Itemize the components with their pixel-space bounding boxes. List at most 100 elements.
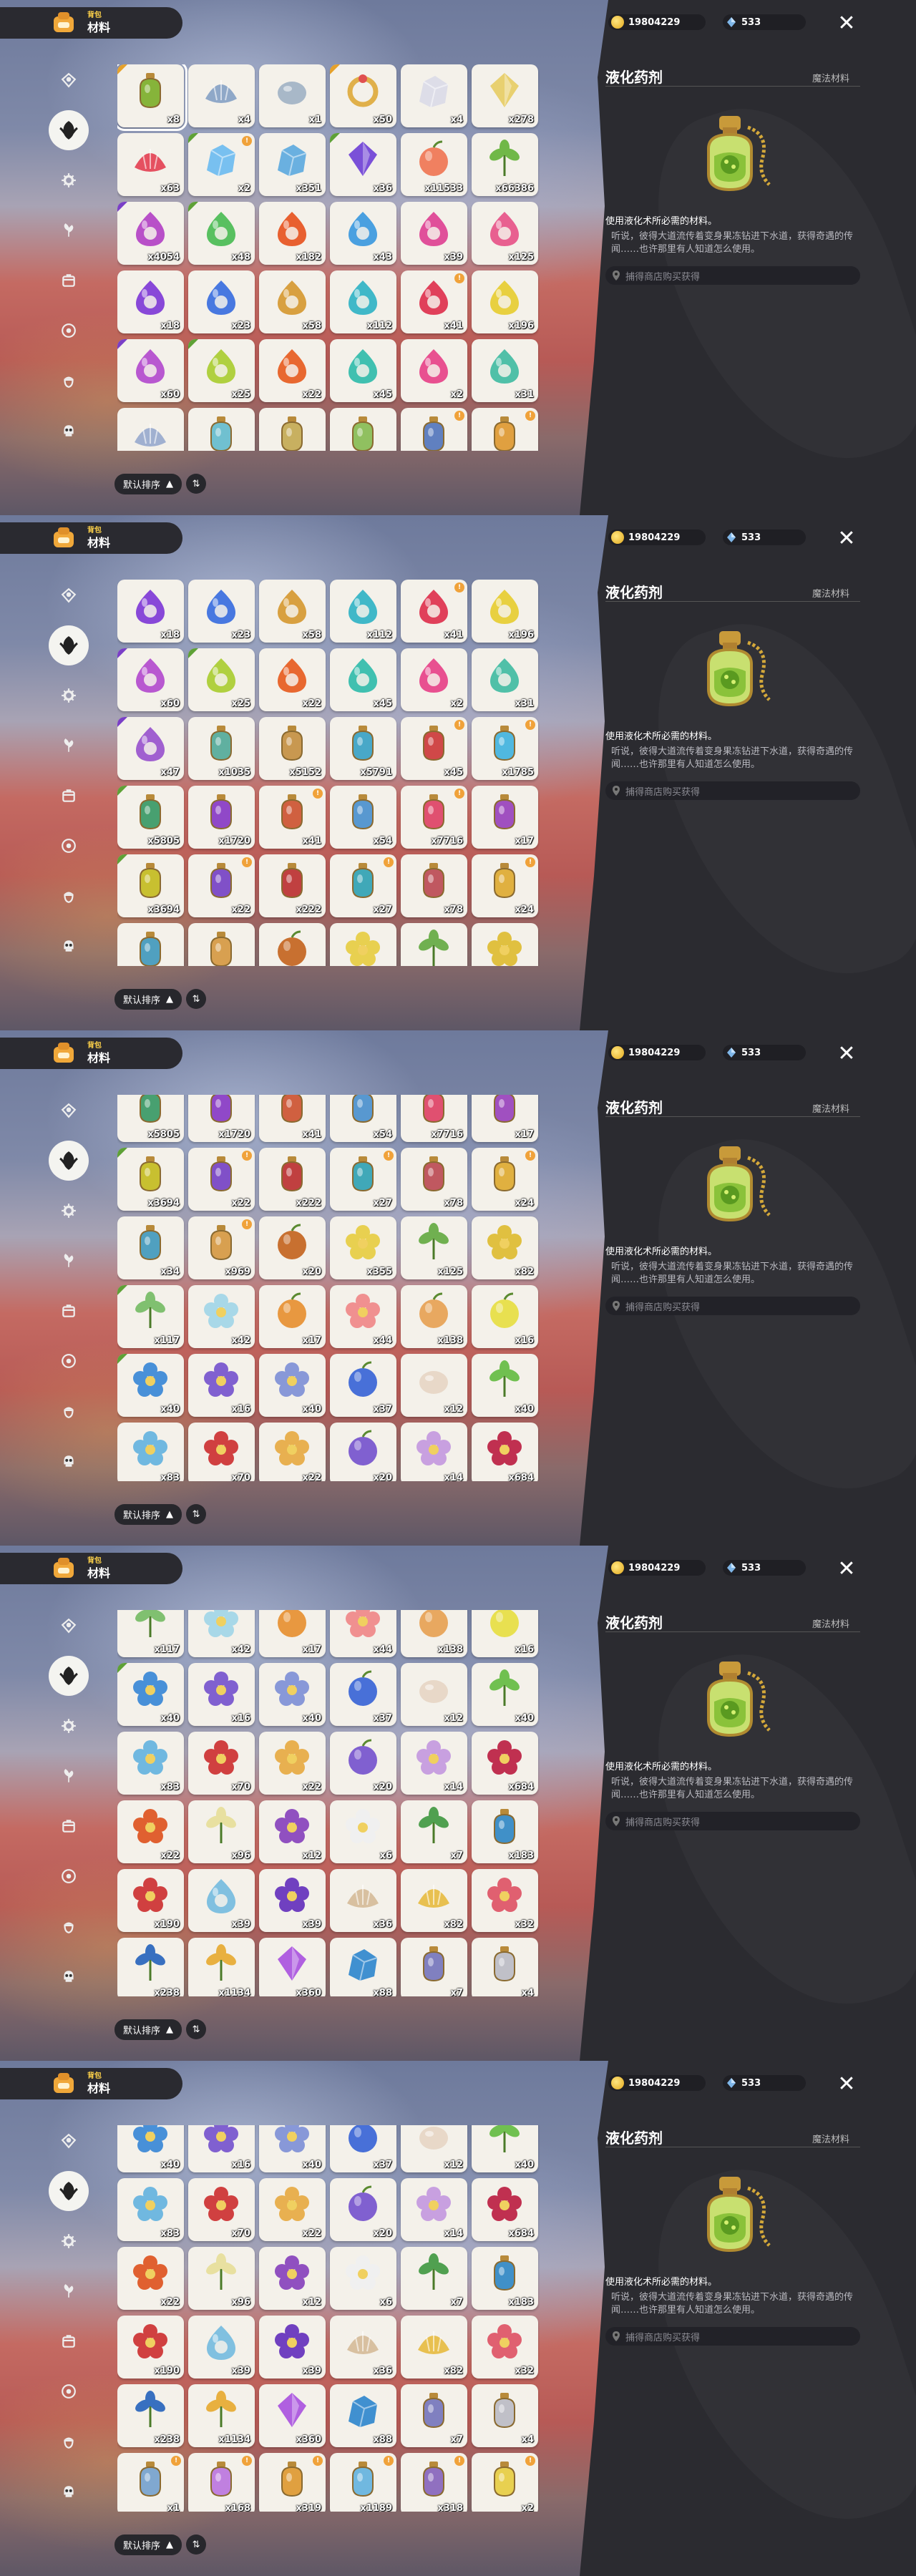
- category-tab-leaf[interactable]: [49, 2171, 89, 2211]
- gem-counter[interactable]: 533: [723, 2075, 806, 2091]
- sort-button[interactable]: 默认排序 ▲: [114, 473, 182, 494]
- item-source[interactable]: 捕得商店购买获得: [605, 2327, 860, 2346]
- category-tab-gear[interactable]: [54, 166, 83, 195]
- sort-button[interactable]: 默认排序 ▲: [114, 1503, 182, 1525]
- category-tab-gear[interactable]: [54, 1712, 83, 1740]
- category-tab-acorn[interactable]: [54, 2427, 83, 2456]
- item-slot[interactable]: x40: [472, 2125, 538, 2172]
- item-slot[interactable]: x40: [259, 1354, 326, 1417]
- item-slot[interactable]: !: [472, 408, 538, 451]
- category-tab-herb[interactable]: [54, 2277, 83, 2306]
- item-slot[interactable]: x196: [472, 270, 538, 333]
- item-slot[interactable]: x183: [472, 1800, 538, 1863]
- item-slot[interactable]: x17: [259, 1610, 326, 1657]
- swap-order-button[interactable]: ⇅: [186, 1504, 207, 1524]
- item-slot[interactable]: x112: [330, 270, 396, 333]
- item-slot[interactable]: x82: [401, 2316, 467, 2379]
- item-slot[interactable]: x42: [188, 1285, 255, 1348]
- item-slot[interactable]: x1720: [188, 1095, 255, 1142]
- item-slot[interactable]: x25: [188, 648, 255, 711]
- category-tab-leaf[interactable]: [49, 110, 89, 150]
- item-slot[interactable]: x32: [472, 2316, 538, 2379]
- item-slot[interactable]: [330, 408, 396, 451]
- item-slot[interactable]: x23: [188, 580, 255, 643]
- item-slot[interactable]: x40: [117, 1663, 184, 1726]
- item-slot[interactable]: x16: [472, 1285, 538, 1348]
- category-tab-gem[interactable]: [54, 1611, 83, 1640]
- item-slot[interactable]: x34: [117, 1216, 184, 1279]
- item-slot[interactable]: x196: [472, 580, 538, 643]
- category-tab-leaf[interactable]: [49, 1141, 89, 1181]
- item-slot[interactable]: x37: [330, 2125, 396, 2172]
- item-slot[interactable]: x42: [188, 1610, 255, 1657]
- item-slot[interactable]: x37: [330, 1354, 396, 1417]
- category-tab-herb[interactable]: [54, 731, 83, 760]
- item-slot[interactable]: [259, 408, 326, 451]
- item-slot[interactable]: x138: [401, 1610, 467, 1657]
- category-tab-gem[interactable]: [54, 66, 83, 94]
- item-slot[interactable]: x96: [188, 1800, 255, 1863]
- swap-order-button[interactable]: ⇅: [186, 2534, 207, 2555]
- item-slot[interactable]: ! x24: [472, 1148, 538, 1211]
- item-slot[interactable]: ! x1189: [330, 2453, 396, 2512]
- item-slot[interactable]: x4: [472, 2384, 538, 2447]
- gold-counter[interactable]: 19804229: [608, 530, 706, 545]
- item-slot[interactable]: x138: [401, 1285, 467, 1348]
- item-slot[interactable]: x1134: [188, 1938, 255, 1996]
- close-button[interactable]: ✕: [836, 528, 857, 550]
- item-slot[interactable]: x25: [188, 339, 255, 402]
- item-slot[interactable]: x23: [188, 270, 255, 333]
- item-slot[interactable]: x22: [259, 2178, 326, 2241]
- category-tab-flower[interactable]: [54, 1347, 83, 1375]
- item-slot[interactable]: x14: [401, 1423, 467, 1481]
- item-slot[interactable]: x183: [472, 2247, 538, 2310]
- gold-counter[interactable]: 19804229: [608, 14, 706, 30]
- item-slot[interactable]: x6: [330, 1800, 396, 1863]
- item-slot[interactable]: ! x319: [259, 2453, 326, 2512]
- category-tab-herb[interactable]: [54, 216, 83, 245]
- category-tab-flower[interactable]: [54, 831, 83, 860]
- item-slot[interactable]: x8: [117, 64, 187, 131]
- item-slot[interactable]: x60: [117, 648, 184, 711]
- category-tab-herb[interactable]: [54, 1762, 83, 1790]
- item-slot[interactable]: [401, 923, 467, 966]
- item-slot[interactable]: ! x1785: [472, 717, 538, 780]
- item-slot[interactable]: !: [401, 408, 467, 451]
- item-slot[interactable]: !x7716: [401, 1095, 467, 1142]
- category-tab-gem[interactable]: [54, 2127, 83, 2155]
- category-tab-gem[interactable]: [54, 1096, 83, 1125]
- item-slot[interactable]: x2: [401, 339, 467, 402]
- item-slot[interactable]: x82: [401, 1869, 467, 1932]
- item-slot[interactable]: x4: [401, 64, 467, 127]
- category-tab-leaf[interactable]: [49, 625, 89, 665]
- close-button[interactable]: ✕: [836, 13, 857, 34]
- item-slot[interactable]: x125: [401, 1216, 467, 1279]
- close-button[interactable]: ✕: [836, 2074, 857, 2095]
- item-slot[interactable]: x63: [117, 133, 184, 196]
- item-slot[interactable]: x1035: [188, 717, 255, 780]
- close-button[interactable]: ✕: [836, 1558, 857, 1580]
- swap-order-button[interactable]: ⇅: [186, 989, 207, 1009]
- item-slot[interactable]: x70: [188, 2178, 255, 2241]
- item-slot[interactable]: ! x1: [117, 2453, 184, 2512]
- item-source[interactable]: 捕得商店购买获得: [605, 1297, 860, 1315]
- item-slot[interactable]: x2: [401, 648, 467, 711]
- item-slot[interactable]: x83: [117, 1423, 184, 1481]
- item-slot[interactable]: x16: [188, 2125, 255, 2172]
- item-slot[interactable]: x20: [259, 1216, 326, 1279]
- item-slot[interactable]: x22: [259, 1732, 326, 1795]
- item-slot[interactable]: x88: [330, 1938, 396, 1996]
- item-slot[interactable]: x278: [472, 64, 538, 127]
- item-slot[interactable]: [472, 923, 538, 966]
- item-slot[interactable]: x66386: [472, 133, 538, 196]
- item-slot[interactable]: x40: [259, 2125, 326, 2172]
- item-slot[interactable]: ! x27: [330, 854, 396, 917]
- item-slot[interactable]: x45: [330, 648, 396, 711]
- gold-counter[interactable]: 19804229: [608, 1045, 706, 1060]
- item-slot[interactable]: x4: [188, 64, 255, 127]
- item-slot[interactable]: x96: [188, 2247, 255, 2310]
- item-slot[interactable]: x40: [117, 1354, 184, 1417]
- item-slot[interactable]: x684: [472, 1423, 538, 1481]
- item-slot[interactable]: x12: [401, 1663, 467, 1726]
- item-slot[interactable]: x47: [117, 717, 184, 780]
